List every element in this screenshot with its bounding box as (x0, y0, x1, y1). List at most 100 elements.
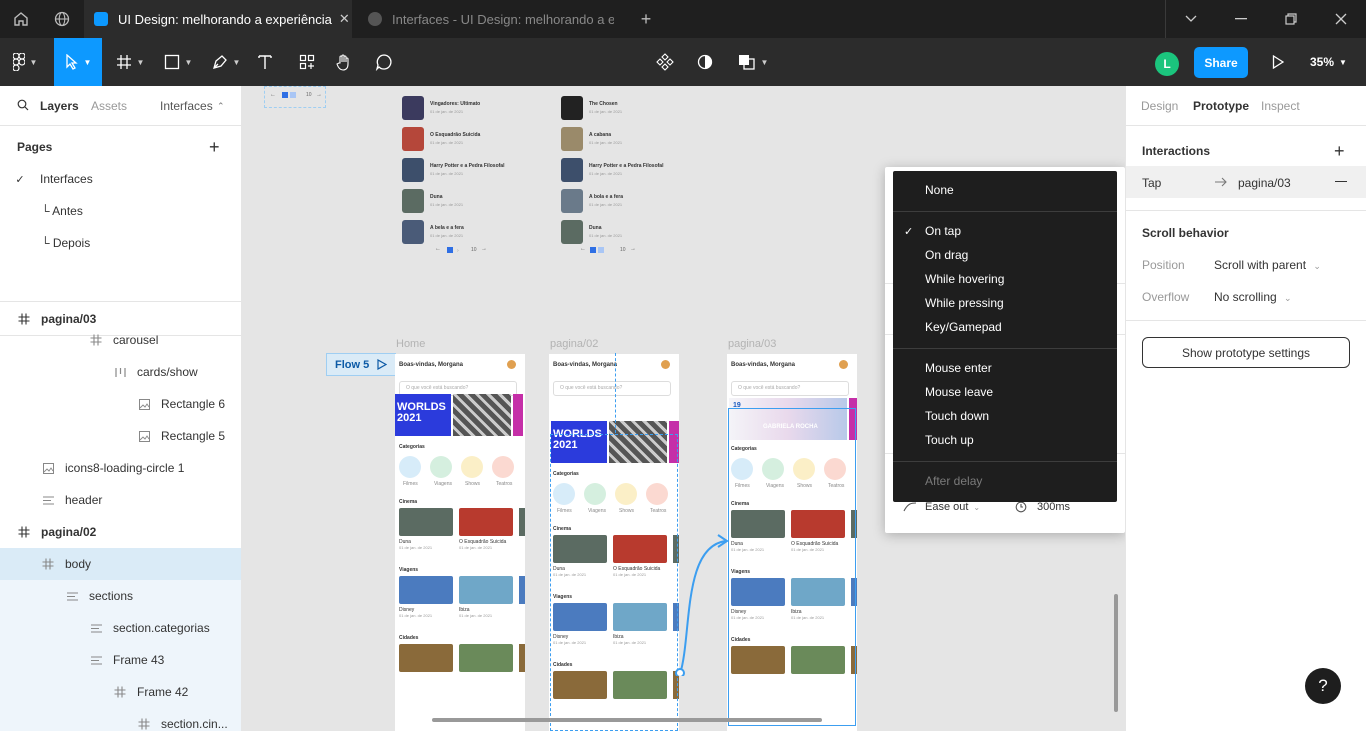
menu-item-mouse-enter[interactable]: Mouse enter (893, 356, 1117, 380)
tab-assets[interactable]: Assets (91, 99, 127, 113)
menu-item-touch-up[interactable]: Touch up (893, 428, 1117, 452)
layer-row[interactable]: cards/show (0, 356, 241, 388)
menu-item-key-gamepad[interactable]: Key/Gamepad (893, 315, 1117, 339)
help-button[interactable]: ? (1305, 668, 1341, 704)
easing-select[interactable]: Ease out ⌄ (903, 501, 980, 513)
globe-icon[interactable] (52, 9, 72, 29)
page-item-antes[interactable]: └ Antes (0, 195, 241, 227)
menu-item-mouse-leave[interactable]: Mouse leave (893, 380, 1117, 404)
avatar-icon[interactable] (661, 360, 670, 369)
show-prototype-settings-button[interactable]: Show prototype settings (1142, 337, 1350, 368)
menu-item-none[interactable]: None (893, 178, 1117, 202)
movie-list-frame-left[interactable]: Vingadores: Ultimato 01 de jan. de 2021 O … (395, 86, 527, 261)
menu-item-on-drag[interactable]: On drag (893, 243, 1117, 267)
card-image[interactable] (399, 644, 453, 672)
move-tool-button[interactable]: ▼ (54, 38, 102, 86)
add-interaction-icon[interactable]: + (1334, 142, 1345, 160)
layer-row[interactable]: header (0, 484, 241, 516)
shape-tool-button[interactable]: ▼ (158, 38, 198, 86)
minimize-icon[interactable] (1216, 0, 1266, 38)
mask-button[interactable] (694, 38, 716, 86)
category-icon[interactable] (492, 456, 514, 478)
movie-poster[interactable] (561, 189, 583, 213)
movie-list-frame-right[interactable]: The Chosen 01 de jan. de 2021 A cabana 01 d… (558, 86, 690, 261)
tab-inspect[interactable]: Inspect (1261, 99, 1300, 113)
frame-label-home[interactable]: Home (396, 338, 425, 350)
vertical-scrollbar[interactable] (1114, 594, 1118, 712)
layer-row[interactable]: carousel (0, 324, 241, 356)
new-tab-button[interactable]: + (636, 9, 656, 29)
movie-poster[interactable] (561, 158, 583, 182)
remove-interaction-icon[interactable] (1335, 181, 1347, 183)
close-window-icon[interactable] (1316, 0, 1366, 38)
menu-item-while-pressing[interactable]: While pressing (893, 291, 1117, 315)
category-icon[interactable] (430, 456, 452, 478)
card-image[interactable] (459, 644, 513, 672)
layer-row[interactable]: Frame 42 (0, 676, 241, 708)
layer-row[interactable]: Rectangle 6 (0, 388, 241, 420)
card-image[interactable] (459, 576, 513, 604)
page-switcher[interactable]: Interfaces (160, 99, 213, 113)
layer-row[interactable]: section.cin... (0, 708, 241, 731)
tab-design[interactable]: Design (1141, 99, 1178, 113)
prototype-connector[interactable] (672, 526, 732, 676)
layer-row[interactable]: sections (0, 580, 241, 612)
horizontal-scrollbar[interactable] (432, 718, 822, 722)
menu-item-on-tap[interactable]: ✓ On tap (893, 219, 1117, 243)
layer-row[interactable]: icons8-loading-circle 1 (0, 452, 241, 484)
boolean-groups-button[interactable]: ▼ (734, 38, 772, 86)
card-image[interactable] (459, 508, 513, 536)
card-image[interactable] (399, 508, 453, 536)
interaction-row[interactable]: Tap pagina/03 (1126, 166, 1366, 198)
menu-item-while-hovering[interactable]: While hovering (893, 267, 1117, 291)
card-image[interactable] (399, 576, 453, 604)
chevron-up-icon[interactable]: ⌃ (217, 101, 225, 112)
main-menu-button[interactable]: ▼ (6, 38, 44, 86)
movie-poster[interactable] (402, 220, 424, 244)
layer-row[interactable]: section.categorias (0, 612, 241, 644)
user-avatar[interactable]: L (1155, 52, 1179, 76)
chevron-down-icon[interactable] (1166, 0, 1216, 38)
frame-label-pagina02[interactable]: pagina/02 (550, 338, 598, 350)
movie-poster[interactable] (561, 127, 583, 151)
overflow-select[interactable]: No scrolling ⌄ (1214, 290, 1292, 304)
tab-layers[interactable]: Layers (40, 99, 79, 113)
tab-interfaces[interactable]: Interfaces - UI Design: melhorando a exp… (358, 0, 628, 38)
add-page-icon[interactable]: + (209, 138, 220, 156)
movie-poster[interactable] (402, 96, 424, 120)
layer-row[interactable]: Frame 43 (0, 644, 241, 676)
flow-start-badge[interactable]: Flow 5 (326, 353, 396, 376)
movie-poster[interactable] (402, 189, 424, 213)
selected-paginator[interactable]: ← 10 → (264, 86, 326, 108)
close-tab-icon[interactable]: ✕ (337, 11, 352, 27)
avatar-icon[interactable] (507, 360, 516, 369)
present-button[interactable] (1268, 38, 1288, 86)
share-button[interactable]: Share (1194, 47, 1248, 78)
category-icon[interactable] (461, 456, 483, 478)
layer-row[interactable]: body (0, 548, 241, 580)
page-item-depois[interactable]: └ Depois (0, 227, 241, 259)
search-input[interactable]: O que você está buscando? (731, 381, 849, 396)
duration-field[interactable]: 300ms (1015, 501, 1070, 513)
frame-label-pagina03[interactable]: pagina/03 (728, 338, 776, 350)
create-component-button[interactable] (654, 38, 676, 86)
menu-item-touch-down[interactable]: Touch down (893, 404, 1117, 428)
layer-row[interactable]: pagina/02 (0, 516, 241, 548)
tab-prototype[interactable]: Prototype (1193, 99, 1249, 113)
text-tool-button[interactable] (254, 38, 276, 86)
category-icon[interactable] (399, 456, 421, 478)
pen-tool-button[interactable]: ▼ (206, 38, 246, 86)
layer-row[interactable]: Rectangle 5 (0, 420, 241, 452)
movie-poster[interactable] (402, 127, 424, 151)
movie-poster[interactable] (561, 96, 583, 120)
restore-icon[interactable] (1266, 0, 1316, 38)
frame-tool-button[interactable]: ▼ (110, 38, 150, 86)
comment-tool-button[interactable] (373, 38, 395, 86)
zoom-control[interactable]: 35% ▼ (1310, 38, 1347, 86)
home-icon[interactable] (11, 9, 31, 29)
position-select[interactable]: Scroll with parent ⌄ (1214, 258, 1321, 272)
movie-poster[interactable] (402, 158, 424, 182)
search-icon[interactable] (17, 99, 29, 114)
frame-home[interactable]: Boas-vindas, Morgana O que você está busc… (395, 354, 525, 731)
resources-button[interactable] (296, 38, 318, 86)
